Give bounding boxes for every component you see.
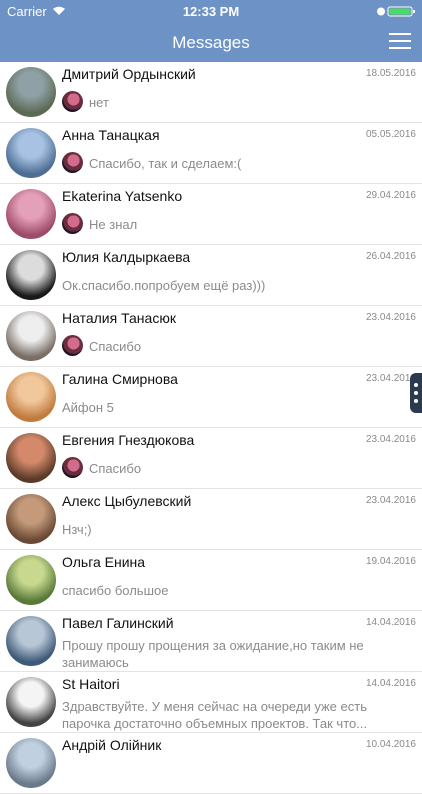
message-preview: Спасибо — [89, 339, 142, 354]
contact-name: Ekaterina Yatsenko — [62, 188, 183, 204]
conversation-row[interactable]: Дмитрий Ордынский 18.05.2016 нет — [0, 62, 422, 123]
my-avatar-small — [62, 91, 83, 112]
avatar — [6, 677, 56, 727]
message-date: 14.04.2016 — [365, 617, 416, 628]
message-date: 05.05.2016 — [365, 129, 416, 140]
message-date: 14.04.2016 — [365, 678, 416, 689]
contact-name: Алекс Цыбулевский — [62, 493, 192, 509]
conversation-row[interactable]: Анна Танацкая 05.05.2016 Спасибо, так и сд… — [0, 123, 422, 184]
conversation-row[interactable]: Наталия Танасюк 23.04.2016 Спасибо — [0, 306, 422, 367]
message-date: 23.04.2016 — [365, 373, 416, 384]
contact-name: St Haitori — [62, 676, 120, 692]
contact-name: Юлия Калдыркаева — [62, 249, 191, 265]
conversation-row[interactable]: Юлия Калдыркаева 26.04.2016 Ок.спасибо.поп… — [0, 245, 422, 306]
message-preview: Здравствуйте. У меня сейчас на очереди у… — [62, 699, 368, 731]
message-date: 23.04.2016 — [365, 434, 416, 445]
conversation-row[interactable]: Павел Галинский 14.04.2016 Прошу прошу про… — [0, 611, 422, 672]
status-bar: Carrier 12:33 PM — [0, 0, 422, 22]
message-preview: нет — [89, 95, 109, 110]
conversation-list: Дмитрий Ордынский 18.05.2016 нет Анна Танац… — [0, 62, 422, 794]
my-avatar-small — [62, 335, 83, 356]
avatar — [6, 311, 56, 361]
message-preview: спасибо большое — [62, 583, 169, 598]
page-title: Messages — [172, 33, 250, 52]
my-avatar-small — [62, 457, 83, 478]
contact-name: Ольга Енина — [62, 554, 146, 570]
avatar — [6, 189, 56, 239]
avatar — [6, 67, 56, 117]
top-bar: Carrier 12:33 PM Messages — [0, 0, 422, 62]
conversation-row[interactable]: Ekaterina Yatsenko 29.04.2016 Не знал — [0, 184, 422, 245]
message-date: 10.04.2016 — [365, 739, 416, 750]
contact-name: Павел Галинский — [62, 615, 174, 631]
menu-button[interactable] — [389, 33, 411, 51]
battery-icon — [377, 6, 415, 17]
conversation-row[interactable]: Ольга Енина 19.04.2016 спасибо большое — [0, 550, 422, 611]
message-preview: Спасибо — [89, 461, 142, 476]
contact-name: Дмитрий Ордынский — [62, 66, 196, 82]
message-date: 23.04.2016 — [365, 312, 416, 323]
avatar — [6, 433, 56, 483]
avatar — [6, 250, 56, 300]
message-date: 29.04.2016 — [365, 190, 416, 201]
message-preview: Спасибо, так и сделаем:( — [89, 156, 242, 171]
contact-name: Анна Танацкая — [62, 127, 160, 143]
my-avatar-small — [62, 213, 83, 234]
message-date: 19.04.2016 — [365, 556, 416, 567]
message-date: 26.04.2016 — [365, 251, 416, 262]
my-avatar-small — [62, 152, 83, 173]
contact-name: Галина Смирнова — [62, 371, 178, 387]
conversation-row[interactable]: Андрій Олійник 10.04.2016 — [0, 733, 422, 794]
conversation-row[interactable]: Алекс Цыбулевский 23.04.2016 Нзч;) — [0, 489, 422, 550]
message-preview: Не знал — [89, 217, 138, 232]
message-preview: Прошу прошу прощения за ожидание,но таки… — [62, 638, 364, 670]
conversation-row[interactable]: St Haitori 14.04.2016 Здравствуйте. У меня… — [0, 672, 422, 733]
contact-name: Евгения Гнездюкова — [62, 432, 195, 448]
contact-name: Наталия Танасюк — [62, 310, 176, 326]
message-preview: Ок.спасибо.попробуем ещё раз))) — [62, 278, 266, 293]
side-drawer-handle[interactable] — [410, 373, 422, 413]
contact-name: Андрій Олійник — [62, 737, 162, 753]
hamburger-icon — [389, 33, 411, 35]
message-date: 23.04.2016 — [365, 495, 416, 506]
avatar — [6, 128, 56, 178]
avatar — [6, 494, 56, 544]
conversation-row[interactable]: Галина Смирнова 23.04.2016 Айфон 5 — [0, 367, 422, 428]
avatar — [6, 616, 56, 666]
message-date: 18.05.2016 — [365, 68, 416, 79]
avatar — [6, 372, 56, 422]
message-preview: Айфон 5 — [62, 400, 114, 415]
conversation-row[interactable]: Евгения Гнездюкова 23.04.2016 Спасибо — [0, 428, 422, 489]
avatar — [6, 555, 56, 605]
status-time: 12:33 PM — [182, 4, 240, 19]
message-preview: Нзч;) — [62, 522, 92, 537]
avatar — [6, 738, 56, 788]
